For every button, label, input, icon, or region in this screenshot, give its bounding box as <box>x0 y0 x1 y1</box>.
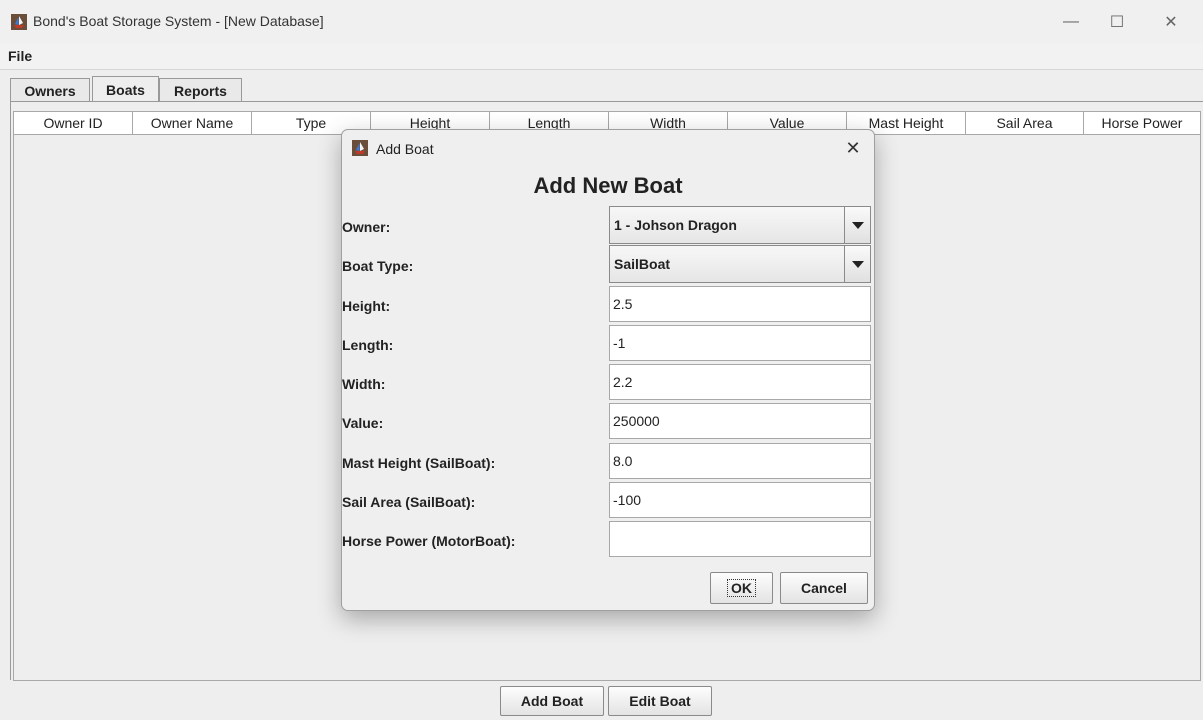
sail-area-field[interactable] <box>609 482 871 518</box>
boat-type-dropdown-toggle[interactable] <box>844 246 870 282</box>
add-boat-button[interactable]: Add Boat <box>500 686 604 716</box>
close-icon: ✕ <box>845 137 861 158</box>
sail-area-label: Sail Area (SailBoat): <box>342 494 476 510</box>
menu-file[interactable]: File <box>8 48 32 64</box>
add-boat-dialog: Add Boat ✕ Add New Boat Owner: 1 - Johso… <box>341 129 875 611</box>
dialog-title-bar[interactable]: Add Boat ✕ <box>342 130 874 166</box>
chevron-down-icon <box>851 221 864 229</box>
horse-power-field[interactable] <box>609 521 871 557</box>
owner-selected-value: 1 - Johson Dragon <box>614 217 737 233</box>
ok-button[interactable]: OK <box>710 572 773 604</box>
mast-height-label: Mast Height (SailBoat): <box>342 455 496 471</box>
dialog-close-button[interactable]: ✕ <box>838 135 868 161</box>
owner-dropdown-toggle[interactable] <box>844 207 870 243</box>
value-field[interactable] <box>609 403 871 439</box>
tab-boats[interactable]: Boats <box>92 76 159 102</box>
column-header-owner-id[interactable]: Owner ID <box>13 112 133 134</box>
height-label: Height: <box>342 298 391 314</box>
edit-boat-button[interactable]: Edit Boat <box>608 686 712 716</box>
value-label: Value: <box>342 415 384 431</box>
tab-reports[interactable]: Reports <box>159 78 242 102</box>
tab-owners[interactable]: Owners <box>10 78 90 102</box>
chevron-down-icon <box>851 260 864 268</box>
ok-button-label: OK <box>727 579 756 597</box>
owner-label: Owner: <box>342 219 391 235</box>
cancel-button[interactable]: Cancel <box>780 572 868 604</box>
app-window: Bond's Boat Storage System - [New Databa… <box>0 0 1203 720</box>
height-field[interactable] <box>609 286 871 322</box>
maximize-icon: ☐ <box>1109 14 1125 31</box>
title-bar: Bond's Boat Storage System - [New Databa… <box>0 0 1203 44</box>
horse-power-label: Horse Power (MotorBoat): <box>342 533 516 549</box>
menu-bar: File <box>0 44 1203 70</box>
close-icon: ✕ <box>1164 14 1178 31</box>
dialog-title: Add Boat <box>376 141 434 157</box>
length-field[interactable] <box>609 325 871 361</box>
length-label: Length: <box>342 337 394 353</box>
width-label: Width: <box>342 376 386 392</box>
column-header-horse-power[interactable]: Horse Power <box>1084 112 1201 134</box>
owner-dropdown[interactable]: 1 - Johson Dragon <box>609 206 871 244</box>
boat-type-label: Boat Type: <box>342 258 414 274</box>
minimize-icon: — <box>1063 13 1079 30</box>
width-field[interactable] <box>609 364 871 400</box>
window-title: Bond's Boat Storage System - [New Databa… <box>33 13 324 29</box>
minimize-button[interactable]: — <box>1048 0 1094 44</box>
boat-app-icon <box>352 140 368 156</box>
bottom-button-bar: Add Boat Edit Boat <box>0 680 1203 720</box>
boat-type-selected-value: SailBoat <box>614 256 671 272</box>
mast-height-field[interactable] <box>609 443 871 479</box>
boat-app-icon <box>11 14 27 30</box>
column-header-sail-area[interactable]: Sail Area <box>966 112 1084 134</box>
boat-type-dropdown[interactable]: SailBoat <box>609 245 871 283</box>
close-window-button[interactable]: ✕ <box>1148 0 1194 44</box>
dialog-heading: Add New Boat <box>533 173 683 198</box>
column-header-owner-name[interactable]: Owner Name <box>133 112 252 134</box>
maximize-button[interactable]: ☐ <box>1094 0 1140 44</box>
